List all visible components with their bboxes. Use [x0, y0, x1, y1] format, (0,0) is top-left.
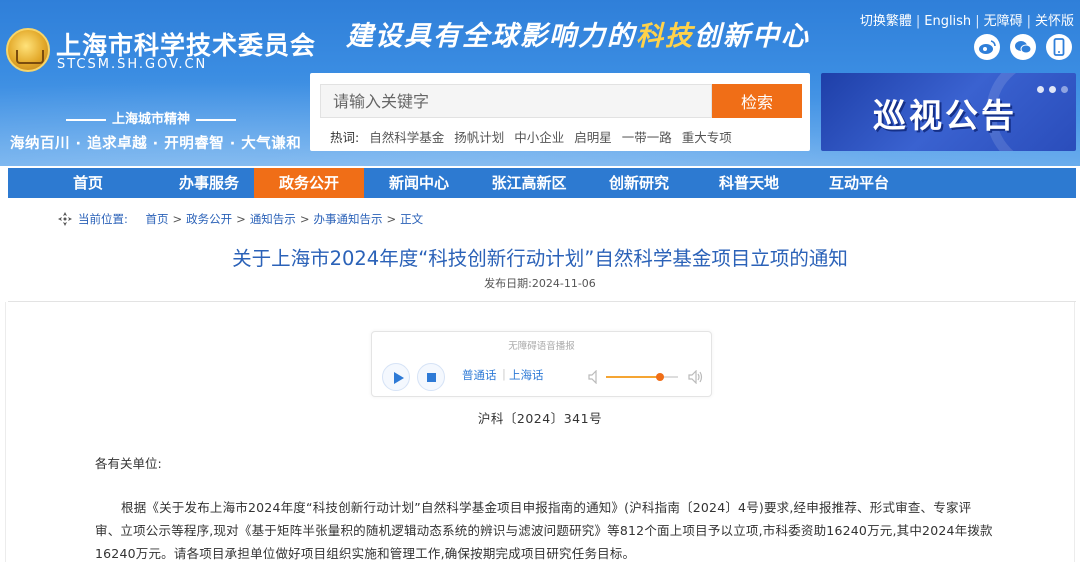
- content-border-right: [1074, 302, 1075, 562]
- article-body: 根据《关于发布上海市2024年度“科技创新行动计划”自然科学基金项目申报指南的通…: [95, 500, 993, 561]
- article-title: 关于上海市2024年度“科技创新行动计划”自然科学基金项目立项的通知: [232, 247, 848, 270]
- hot-word-link[interactable]: 一带一路: [622, 130, 672, 145]
- nav-item-zhangjiang[interactable]: 张江高新区: [474, 168, 584, 198]
- nav-item-interaction[interactable]: 互动平台: [804, 168, 914, 198]
- search-input[interactable]: [320, 84, 712, 118]
- breadcrumb-home[interactable]: 首页: [146, 212, 169, 226]
- play-icon: [394, 372, 404, 384]
- carousel-dot[interactable]: [1037, 86, 1044, 93]
- carousel-dot[interactable]: [1061, 86, 1068, 93]
- hot-word-link[interactable]: 重大专项: [682, 130, 732, 145]
- volume-low-icon: [588, 369, 600, 388]
- publish-date: 发布日期:2024-11-06: [484, 277, 596, 290]
- breadcrumb-service-notices[interactable]: 办事通知告示: [313, 212, 382, 226]
- breadcrumb-label: 当前位置:: [78, 212, 128, 226]
- link-traditional-chinese[interactable]: 切换繁體: [860, 14, 912, 29]
- volume-slider[interactable]: [606, 373, 678, 381]
- player-caption: 无障碍语音播报: [508, 341, 575, 352]
- play-button[interactable]: [382, 363, 410, 391]
- dialect-shanghainese[interactable]: 上海话: [509, 367, 544, 383]
- carousel-dots: [1032, 78, 1068, 97]
- weibo-icon[interactable]: [974, 34, 1000, 60]
- hot-words-label: 热词:: [330, 130, 360, 145]
- header-divider: [8, 301, 1076, 302]
- document-number: 沪科〔2024〕341号: [477, 411, 603, 426]
- breadcrumb: 当前位置: 首页 > 政务公开 > 通知告示 > 办事通知告示 > 正文: [58, 211, 423, 227]
- link-accessibility[interactable]: 无障碍: [984, 14, 1023, 29]
- volume-slider-handle[interactable]: [656, 373, 664, 381]
- site-header: 上海市科学技术委员会 STCSM.SH.GOV.CN 建设具有全球影响力的科技创…: [0, 0, 1080, 166]
- nav-item-science-popularization[interactable]: 科普天地: [694, 168, 804, 198]
- search-panel: 检索 热词: 自然科学基金 扬帆计划 中小企业 启明星 一带一路 重大专项: [310, 73, 810, 151]
- dialect-separator: |: [502, 367, 506, 381]
- content-border-left: [5, 302, 6, 562]
- header-slogan: 建设具有全球影响力的科技创新中心: [346, 14, 810, 53]
- location-icon: [58, 212, 72, 226]
- city-spirit-text: 海纳百川 · 追求卓越 · 开明睿智 · 大气谦和: [10, 136, 302, 152]
- wechat-icon[interactable]: [1010, 34, 1036, 60]
- main-nav: 首页 办事服务 政务公开 新闻中心 张江高新区 创新研究 科普天地 互动平台: [8, 168, 1076, 198]
- nav-item-services[interactable]: 办事服务: [154, 168, 264, 198]
- hot-word-link[interactable]: 扬帆计划: [454, 130, 504, 145]
- audio-player: 无障碍语音播报 普通话 | 上海话: [371, 331, 712, 397]
- search-button[interactable]: 检索: [712, 84, 802, 118]
- stop-button[interactable]: [417, 363, 445, 391]
- site-domain: STCSM.SH.GOV.CN: [57, 57, 208, 72]
- dialect-mandarin[interactable]: 普通话: [462, 367, 497, 383]
- carousel-dot[interactable]: [1049, 86, 1056, 93]
- breadcrumb-current: 正文: [400, 212, 424, 226]
- nav-item-news[interactable]: 新闻中心: [364, 168, 474, 198]
- nav-item-government-affairs[interactable]: 政务公开: [254, 168, 364, 198]
- slogan-prefix: 建设具有全球影响力的: [346, 21, 636, 52]
- breadcrumb-notices[interactable]: 通知告示: [250, 212, 296, 226]
- top-links: 切换繁體 | English | 无障碍 | 关怀版: [859, 14, 1074, 29]
- article-greeting: 各有关单位:: [95, 456, 162, 471]
- slogan-highlight: 科技: [636, 21, 694, 52]
- banner-text: 巡视公告: [873, 96, 1017, 135]
- mobile-icon[interactable]: [1046, 34, 1072, 60]
- emblem-logo-icon[interactable]: [6, 28, 50, 72]
- hot-word-link[interactable]: 自然科学基金: [369, 130, 444, 145]
- stop-icon: [427, 373, 436, 382]
- link-elderly-mode[interactable]: 关怀版: [1035, 14, 1074, 29]
- volume-high-icon: [688, 369, 704, 388]
- city-spirit-title: 上海城市精神: [60, 108, 242, 127]
- hot-word-link[interactable]: 启明星: [574, 130, 612, 145]
- hot-words: 热词: 自然科学基金 扬帆计划 中小企业 启明星 一带一路 重大专项: [330, 127, 732, 146]
- nav-item-home[interactable]: 首页: [44, 168, 132, 198]
- slogan-suffix: 创新中心: [694, 21, 810, 52]
- breadcrumb-government-affairs[interactable]: 政务公开: [186, 212, 232, 226]
- inspection-announcement-banner[interactable]: 巡视公告: [821, 73, 1076, 151]
- hot-word-link[interactable]: 中小企业: [514, 130, 564, 145]
- volume-slider-fill: [606, 376, 660, 378]
- link-english[interactable]: English: [924, 14, 971, 29]
- nav-item-innovation-research[interactable]: 创新研究: [584, 168, 694, 198]
